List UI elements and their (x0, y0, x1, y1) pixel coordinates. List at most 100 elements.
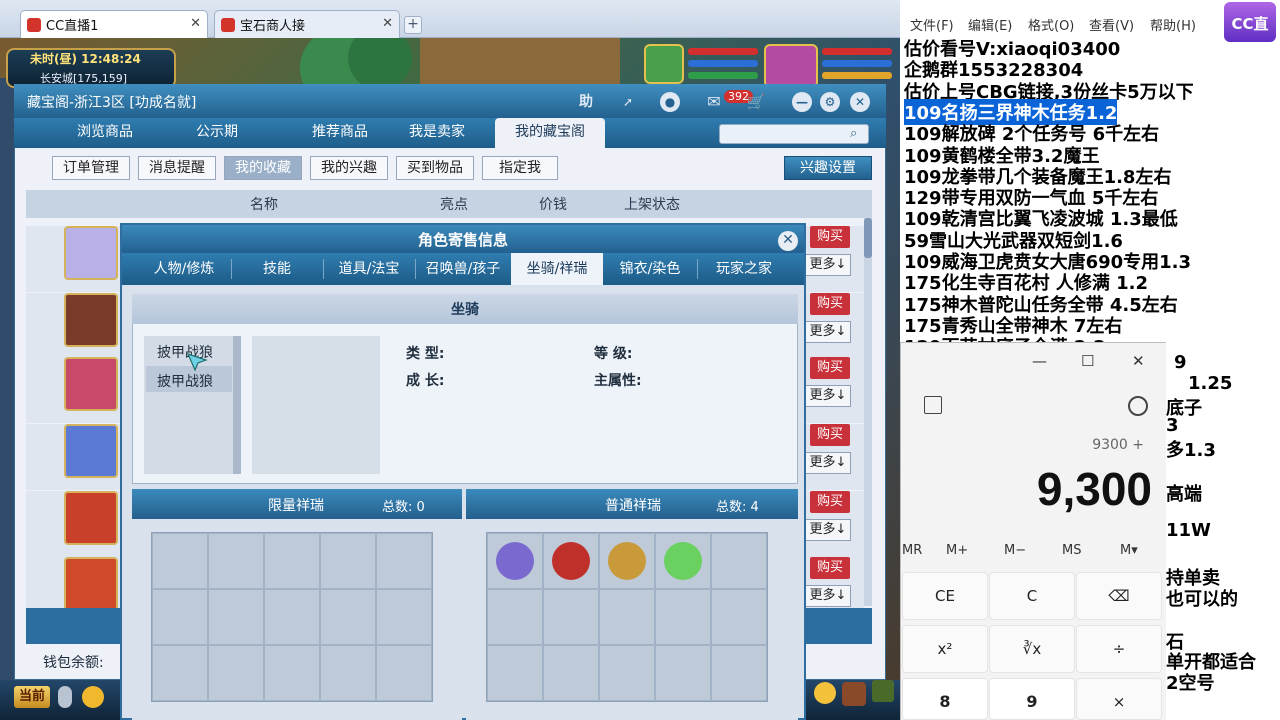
list-scroll-thumb[interactable] (864, 218, 872, 258)
emoji-icon[interactable] (814, 682, 836, 704)
xiangrui-slot[interactable] (487, 589, 543, 645)
interest-settings-button[interactable]: 兴趣设置 (784, 156, 872, 180)
character-avatar[interactable] (64, 424, 118, 478)
multiply-button[interactable]: × (1076, 678, 1162, 720)
chat-bubble-icon[interactable] (82, 686, 104, 708)
buy-button[interactable]: 购买 (810, 491, 850, 513)
xiangrui-slot[interactable] (655, 533, 711, 589)
xiangrui-slot[interactable] (152, 645, 208, 701)
xiangrui-slot[interactable] (543, 533, 599, 589)
close-tab-icon[interactable]: ✕ (190, 16, 201, 31)
history-icon[interactable] (1128, 396, 1148, 416)
keep-on-top-icon[interactable] (924, 396, 942, 414)
menu-edit[interactable]: 编辑(E) (968, 15, 1012, 34)
xiangrui-slot[interactable] (264, 533, 320, 589)
xiangrui-slot[interactable] (711, 533, 767, 589)
cart-icon[interactable]: 🛒 (746, 92, 766, 112)
current-channel-button[interactable]: 当前 (14, 686, 50, 708)
menu-file[interactable]: 文件(F) (910, 15, 954, 34)
square-button[interactable]: x² (902, 625, 988, 673)
xiangrui-slot[interactable] (376, 645, 432, 701)
new-tab-button[interactable]: + (404, 16, 422, 34)
ce-button[interactable]: CE (902, 572, 988, 620)
close-icon[interactable]: ✕ (850, 92, 870, 112)
divide-button[interactable]: ÷ (1076, 625, 1162, 673)
character-avatar[interactable] (64, 357, 118, 411)
tab-mounts[interactable]: 坐骑/祥瑞 (511, 253, 603, 285)
help-icon[interactable]: 助 (576, 92, 596, 112)
calc-maximize-icon[interactable]: ☐ (1081, 352, 1094, 370)
calc-close-icon[interactable]: ✕ (1132, 352, 1145, 370)
backspace-button[interactable]: ⌫ (1076, 572, 1162, 620)
cube-root-button[interactable]: ∛x (989, 625, 1075, 673)
digit-8-button[interactable]: 8 (902, 678, 988, 720)
close-tab-icon[interactable]: ✕ (382, 16, 393, 31)
character-avatar[interactable] (64, 491, 118, 545)
buy-button[interactable]: 购买 (810, 293, 850, 315)
xiangrui-slot[interactable] (543, 589, 599, 645)
tab-summons[interactable]: 召唤兽/孩子 (416, 253, 510, 285)
my-interests-button[interactable]: 我的兴趣 (310, 156, 388, 180)
clear-button[interactable]: C (989, 572, 1075, 620)
xiangrui-slot[interactable] (599, 645, 655, 701)
more-button[interactable]: 更多↓ (805, 254, 851, 276)
xiangrui-slot[interactable] (376, 533, 432, 589)
pet-icon[interactable] (842, 682, 866, 706)
more-button[interactable]: 更多↓ (805, 519, 851, 541)
xiangrui-slot[interactable] (208, 645, 264, 701)
tab-character[interactable]: 人物/修炼 (138, 253, 230, 285)
xiangrui-slot[interactable] (711, 589, 767, 645)
xiangrui-slot[interactable] (320, 533, 376, 589)
xiangrui-slot[interactable] (264, 645, 320, 701)
digit-9-button[interactable]: 9 (989, 678, 1075, 720)
xiangrui-slot[interactable] (208, 589, 264, 645)
nav-tab-browse[interactable]: 浏览商品 (46, 118, 164, 148)
order-management-button[interactable]: 订单管理 (52, 156, 130, 180)
settings-gear-icon[interactable]: ⚙ (820, 92, 840, 112)
memory-ms-button[interactable]: MS (1062, 543, 1081, 558)
chat-icon[interactable]: ✉ (704, 92, 724, 112)
message-reminder-button[interactable]: 消息提醒 (138, 156, 216, 180)
dialog-close-button[interactable]: ✕ (778, 231, 798, 251)
more-button[interactable]: 更多↓ (805, 385, 851, 407)
xiangrui-slot[interactable] (543, 645, 599, 701)
character-avatar[interactable] (64, 557, 118, 611)
menu-format[interactable]: 格式(O) (1028, 15, 1074, 34)
buy-button[interactable]: 购买 (810, 424, 850, 446)
record-icon[interactable]: ● (660, 92, 680, 112)
more-button[interactable]: 更多↓ (805, 321, 851, 343)
buy-button[interactable]: 购买 (810, 557, 850, 579)
xiangrui-slot[interactable] (320, 645, 376, 701)
tab-skills[interactable]: 技能 (232, 253, 322, 285)
search-input[interactable] (719, 124, 869, 144)
xiangrui-slot[interactable] (376, 589, 432, 645)
minimize-icon[interactable]: — (792, 92, 812, 112)
my-favorites-button[interactable]: 我的收藏 (224, 156, 302, 180)
buy-button[interactable]: 购买 (810, 226, 850, 248)
tab-outfits[interactable]: 锦衣/染色 (604, 253, 696, 285)
share-icon[interactable]: ➚ (618, 92, 638, 112)
nav-tab-publicity[interactable]: 公示期 (158, 118, 276, 148)
character-avatar[interactable] (64, 293, 118, 347)
memory-mr-button[interactable]: MR (902, 543, 922, 558)
memory-list-button[interactable]: M▾ (1120, 543, 1138, 558)
browser-tab-gem-merchant[interactable]: 宝石商人接 ✕ (214, 10, 400, 38)
xiangrui-slot[interactable] (599, 589, 655, 645)
system-icon[interactable] (872, 680, 894, 702)
memory-mminus-button[interactable]: M− (1004, 543, 1026, 558)
purchased-items-button[interactable]: 买到物品 (396, 156, 474, 180)
tab-player-home[interactable]: 玩家之家 (698, 253, 790, 285)
xiangrui-slot[interactable] (152, 533, 208, 589)
menu-help[interactable]: 帮助(H) (1150, 15, 1196, 34)
player-portrait[interactable] (764, 44, 818, 88)
more-button[interactable]: 更多↓ (805, 585, 851, 607)
calc-minimize-icon[interactable]: — (1032, 352, 1047, 370)
pet-portrait[interactable] (644, 44, 684, 84)
mount-list-item[interactable]: 披甲战狼 (157, 371, 213, 391)
browser-tab-cc-live[interactable]: CC直播1 ✕ (20, 10, 208, 38)
xiangrui-slot[interactable] (711, 645, 767, 701)
xiangrui-slot[interactable] (655, 645, 711, 701)
nav-tab-my-pavilion[interactable]: 我的藏宝阁 (495, 118, 605, 148)
list-scrollbar[interactable] (864, 218, 872, 606)
xiangrui-slot[interactable] (487, 533, 543, 589)
